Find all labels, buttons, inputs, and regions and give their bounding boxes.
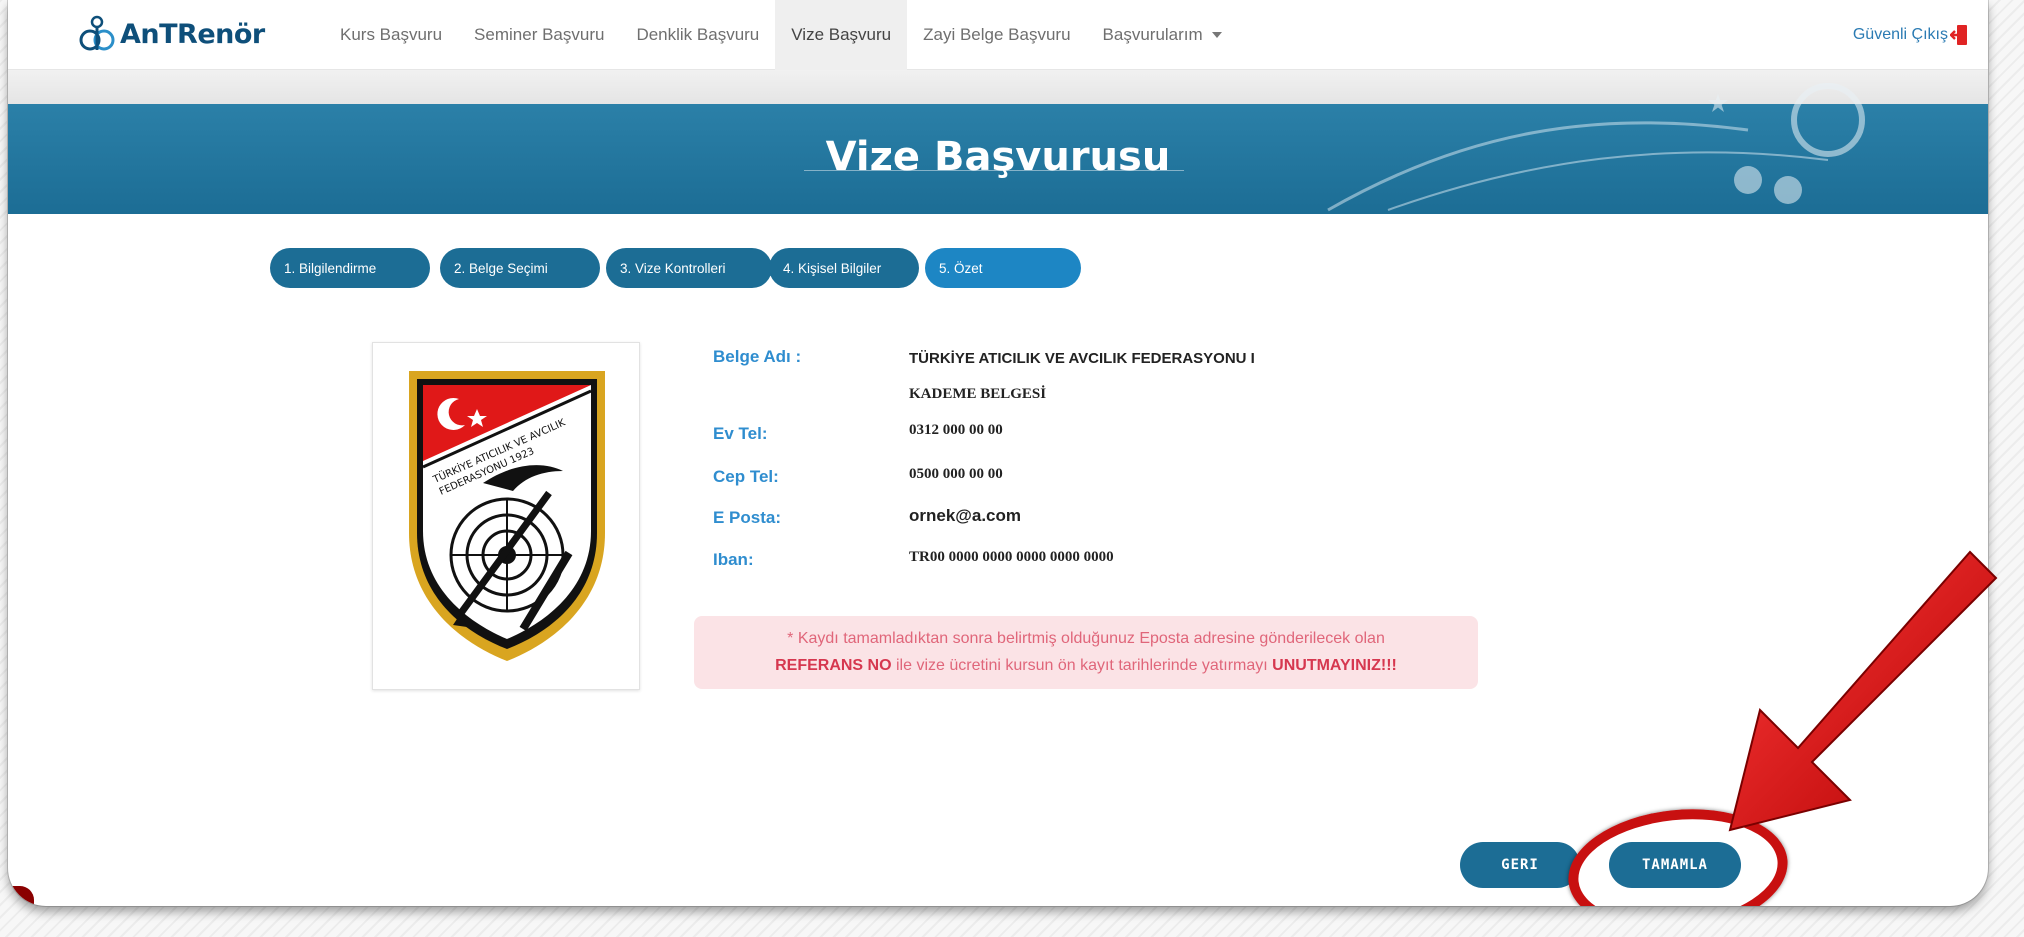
nav-vize-basvuru[interactable]: Vize Başvuru bbox=[775, 0, 908, 70]
main-nav: Kurs Başvuru Seminer Başvuru Denklik Baş… bbox=[324, 0, 1238, 70]
laurel-decoration-icon bbox=[1327, 83, 1865, 212]
nav-label: Vize Başvuru bbox=[791, 25, 892, 44]
logout-link[interactable]: Güvenli Çıkış bbox=[1853, 24, 1968, 46]
back-button[interactable]: GERI bbox=[1460, 842, 1580, 888]
notice-ref: REFERANS NO bbox=[775, 657, 892, 674]
federation-logo: TÜRKİYE ATICILIK VE AVCILIK FEDERASYONU … bbox=[372, 342, 640, 690]
corner-decoration bbox=[8, 886, 34, 906]
shooting-federation-emblem-icon: TÜRKİYE ATICILIK VE AVCILIK FEDERASYONU … bbox=[409, 371, 605, 661]
nav-label: Başvurularım bbox=[1102, 25, 1203, 44]
caret-down-icon bbox=[1211, 32, 1222, 38]
nav-label: Kurs Başvuru bbox=[340, 25, 443, 44]
e-posta-value: ornek@a.com bbox=[909, 506, 1022, 525]
step-ozet[interactable]: 5. Özet bbox=[925, 248, 1081, 288]
belge-adi-value-line2: KADEME BELGESİ bbox=[909, 386, 1047, 402]
nav-label: Seminer Başvuru bbox=[474, 25, 605, 44]
top-navbar: AnTRenör Kurs Başvuru Seminer Başvuru De… bbox=[8, 0, 1988, 70]
step-label: 4. Kişisel Bilgiler bbox=[783, 260, 882, 276]
cep-tel-label: Cep Tel: bbox=[713, 467, 779, 486]
belge-adi-label: Belge Adı : bbox=[713, 347, 802, 366]
iban-value: TR00 0000 0000 0000 0000 0000 bbox=[909, 549, 1114, 565]
nav-denklik-basvuru[interactable]: Denklik Başvuru bbox=[620, 0, 775, 70]
exit-door-icon bbox=[1950, 25, 1967, 45]
nav-label: Zayi Belge Başvuru bbox=[923, 25, 1071, 44]
nav-kurs-basvuru[interactable]: Kurs Başvuru bbox=[324, 0, 458, 70]
step-belge-secimi[interactable]: 2. Belge Seçimi bbox=[440, 248, 600, 288]
step-vize-kontrolleri[interactable]: 3. Vize Kontrolleri bbox=[606, 248, 772, 288]
step-label: 3. Vize Kontrolleri bbox=[620, 260, 726, 276]
step-label: 5. Özet bbox=[939, 260, 983, 276]
nav-label: Denklik Başvuru bbox=[636, 25, 760, 44]
step-label: 1. Bilgilendirme bbox=[284, 260, 377, 276]
step-bilgilendirme[interactable]: 1. Bilgilendirme bbox=[270, 248, 430, 288]
red-arrow-icon bbox=[1728, 550, 1998, 832]
cep-tel-value: 0500 000 00 00 bbox=[909, 466, 1003, 482]
title-underline bbox=[804, 170, 1184, 171]
notice-warning: UNUTMAYINIZ!!! bbox=[1272, 657, 1397, 674]
ev-tel-label: Ev Tel: bbox=[713, 424, 768, 443]
nav-basvurularim-dropdown[interactable]: Başvurularım bbox=[1087, 0, 1238, 70]
notice-line1: * Kaydı tamamladıktan sonra belirtmiş ol… bbox=[787, 630, 1385, 647]
nav-seminer-basvuru[interactable]: Seminer Başvuru bbox=[458, 0, 620, 70]
notice-middle: ile vize ücretini kursun ön kayıt tarihl… bbox=[891, 657, 1273, 674]
step-label: 2. Belge Seçimi bbox=[454, 260, 548, 276]
nav-zayi-belge-basvuru[interactable]: Zayi Belge Başvuru bbox=[907, 0, 1086, 70]
e-posta-label: E Posta: bbox=[713, 508, 782, 527]
brand-logo[interactable]: AnTRenör bbox=[78, 14, 265, 54]
iban-label: Iban: bbox=[713, 550, 754, 569]
ev-tel-value: 0312 000 00 00 bbox=[909, 422, 1003, 438]
step-kisisel-bilgiler[interactable]: 4. Kişisel Bilgiler bbox=[769, 248, 919, 288]
app-window: AnTRenör Kurs Başvuru Seminer Başvuru De… bbox=[8, 0, 1988, 906]
notice-line2: REFERANS NO ile vize ücretini kursun ön … bbox=[694, 652, 1478, 679]
reference-notice: * Kaydı tamamladıktan sonra belirtmiş ol… bbox=[694, 616, 1478, 689]
logout-label: Güvenli Çıkış bbox=[1852, 26, 1948, 43]
trainer-logo-icon bbox=[79, 15, 115, 51]
brand-name: AnTRenör bbox=[120, 18, 265, 50]
belge-adi-value: TÜRKİYE ATICILIK VE AVCILIK FEDERASYONU … bbox=[909, 350, 1255, 367]
